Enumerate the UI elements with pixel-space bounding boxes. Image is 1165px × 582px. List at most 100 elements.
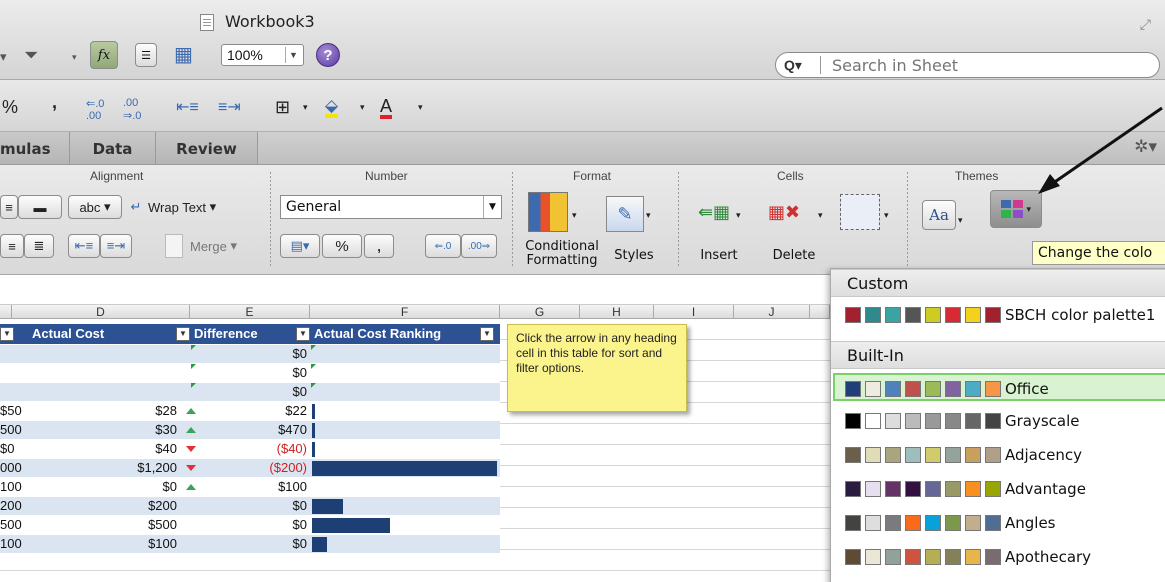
percent-style-button[interactable]: % [2, 97, 18, 118]
decrease-decimal-icon[interactable]: .00 ⇒.0 [123, 97, 141, 122]
conditional-formatting-icon[interactable] [528, 192, 568, 232]
toolbox-icon[interactable]: ▦ [174, 42, 193, 66]
justify-icon[interactable]: ▬ [18, 195, 62, 219]
format-cells-dropdown-icon[interactable]: ▾ [884, 203, 889, 227]
column-header[interactable]: F [310, 305, 500, 319]
align-justify-icon[interactable]: ≣ [24, 234, 54, 258]
filter-dropdown-icon[interactable]: ▼ [480, 324, 494, 344]
styles-dropdown-icon[interactable]: ▾ [646, 203, 651, 227]
increase-indent-icon[interactable]: ≡⇥ [218, 97, 241, 117]
table-row[interactable]: 000 $1,200 ($200) [0, 459, 500, 477]
table-row[interactable]: $0 [0, 364, 500, 382]
align-right-icon[interactable]: ≡ [0, 234, 24, 258]
delete-cells-icon[interactable]: ▦✖ [764, 194, 804, 230]
header-difference: Difference [194, 326, 258, 341]
table-row[interactable]: 100 $100 $0 [0, 535, 500, 553]
color-swatch [925, 447, 941, 463]
insert-dropdown-icon[interactable]: ▾ [736, 203, 741, 227]
column-header[interactable]: J [734, 305, 810, 319]
cell-c: 100 [0, 479, 22, 494]
color-swatch [945, 515, 961, 531]
palette-item-angles[interactable]: Angles [835, 509, 1165, 537]
decrease-indent-icon[interactable]: ⇤≡ [68, 234, 100, 258]
group-divider [907, 172, 908, 268]
column-header[interactable]: H [580, 305, 654, 319]
table-row[interactable]: $0 [0, 345, 500, 363]
column-header[interactable] [810, 305, 830, 319]
table-row[interactable]: 200 $200 $0 [0, 497, 500, 515]
number-format-select[interactable]: General ▼ [280, 195, 502, 219]
palette-item-apothecary[interactable]: Apothecary [835, 543, 1165, 571]
decrease-decimal-icon[interactable]: .00⇒ [461, 234, 497, 258]
table-row[interactable]: $0 [0, 383, 500, 401]
decrease-indent-icon[interactable]: ⇤≡ [176, 97, 199, 117]
search-box[interactable]: Q▾ [775, 52, 1160, 78]
table-row[interactable]: $50 $28 $22 [0, 402, 500, 420]
insert-label[interactable]: Insert [696, 249, 742, 263]
comma-style-button[interactable]: , [364, 234, 394, 258]
filter-dropdown-icon[interactable]: ▼ [176, 324, 190, 344]
merge-button[interactable]: Merge ▾ [190, 234, 237, 258]
table-row[interactable]: 500 $30 $470 [0, 421, 500, 439]
column-header[interactable]: G [500, 305, 580, 319]
fill-dropdown-icon[interactable]: ▾ [360, 102, 365, 113]
themes-dropdown-icon[interactable]: ▾ [958, 208, 963, 232]
search-icon[interactable]: Q▾ [784, 57, 802, 74]
filter-dropdown-icon[interactable]: ▾ [72, 45, 77, 69]
increase-decimal-icon[interactable]: ⇐.0 [425, 234, 461, 258]
table-row[interactable]: 500 $500 $0 [0, 516, 500, 534]
wrap-text-button[interactable]: Wrap Text ▾ [148, 195, 216, 219]
trend-up-icon [186, 427, 196, 433]
insert-cells-icon[interactable]: ⇚▦ [694, 194, 734, 230]
chevron-down-icon[interactable]: ▼ [285, 47, 301, 63]
delete-label[interactable]: Delete [768, 249, 820, 263]
font-color-button[interactable]: A [380, 97, 393, 119]
increase-decimal-icon[interactable]: ⇐.0.00 [86, 97, 104, 122]
filter-dropdown-icon[interactable]: ▼ [0, 324, 14, 344]
styles-icon[interactable]: ✎ [606, 196, 644, 232]
tab-data[interactable]: Data [70, 132, 156, 164]
search-input[interactable] [832, 56, 1132, 74]
comma-style-button[interactable]: , [52, 92, 57, 113]
fill-color-icon[interactable]: ⬙ [325, 97, 339, 118]
zoom-select[interactable]: 100% ▼ [221, 44, 304, 66]
palette-item-sbch-color-palette1[interactable]: SBCH color palette1 [835, 301, 1165, 329]
styles-label[interactable]: Styles [612, 249, 656, 263]
tab-formulas[interactable]: mulas [0, 132, 70, 164]
gallery-icon[interactable]: ☰ [135, 43, 157, 67]
palette-item-office[interactable]: Office [833, 373, 1165, 401]
hint-note: Click the arrow in any heading cell in t… [507, 324, 687, 412]
formula-builder-button[interactable]: fx [90, 41, 118, 69]
conditional-formatting-dropdown-icon[interactable]: ▾ [572, 203, 577, 227]
column-header[interactable]: I [654, 305, 734, 319]
column-header[interactable]: D [12, 305, 190, 319]
accounting-format-icon[interactable]: ▤▾ [280, 234, 320, 258]
fullscreen-icon[interactable]: ⤢ [1140, 16, 1151, 33]
filter-icon[interactable]: ⏷ [24, 43, 38, 67]
color-swatch [905, 549, 921, 565]
filter-dropdown-icon[interactable]: ▼ [296, 324, 310, 344]
themes-button[interactable]: Aa [922, 200, 956, 230]
palette-item-grayscale[interactable]: Grayscale [835, 407, 1165, 435]
conditional-formatting-label[interactable]: Conditional Formatting [520, 240, 604, 268]
help-icon[interactable]: ? [316, 43, 340, 67]
text-orientation-button[interactable]: abc ▾ [68, 195, 122, 219]
borders-dropdown-icon[interactable]: ▾ [303, 102, 308, 113]
table-row[interactable]: 100 $0 $100 [0, 478, 500, 496]
tab-review[interactable]: Review [156, 132, 258, 164]
palette-item-adjacency[interactable]: Adjacency [835, 441, 1165, 469]
dropdown-arrow-icon[interactable]: ▾ [0, 45, 7, 69]
column-header[interactable]: E [190, 305, 310, 319]
tooltip: Change the colo [1032, 241, 1165, 265]
format-cells-icon[interactable] [840, 194, 880, 230]
increase-indent-icon[interactable]: ≡⇥ [100, 234, 132, 258]
font-color-dropdown-icon[interactable]: ▾ [418, 102, 423, 113]
table-row[interactable]: $0 $40 ($40) [0, 440, 500, 458]
percent-style-button[interactable]: % [322, 234, 362, 258]
delete-dropdown-icon[interactable]: ▾ [818, 203, 823, 227]
palette-item-advantage[interactable]: Advantage [835, 475, 1165, 503]
align-left-icon[interactable]: ≡ [0, 195, 18, 219]
column-header-c[interactable] [0, 305, 12, 319]
borders-icon[interactable]: ⊞ [275, 97, 290, 118]
chevron-down-icon[interactable]: ▼ [483, 196, 501, 218]
